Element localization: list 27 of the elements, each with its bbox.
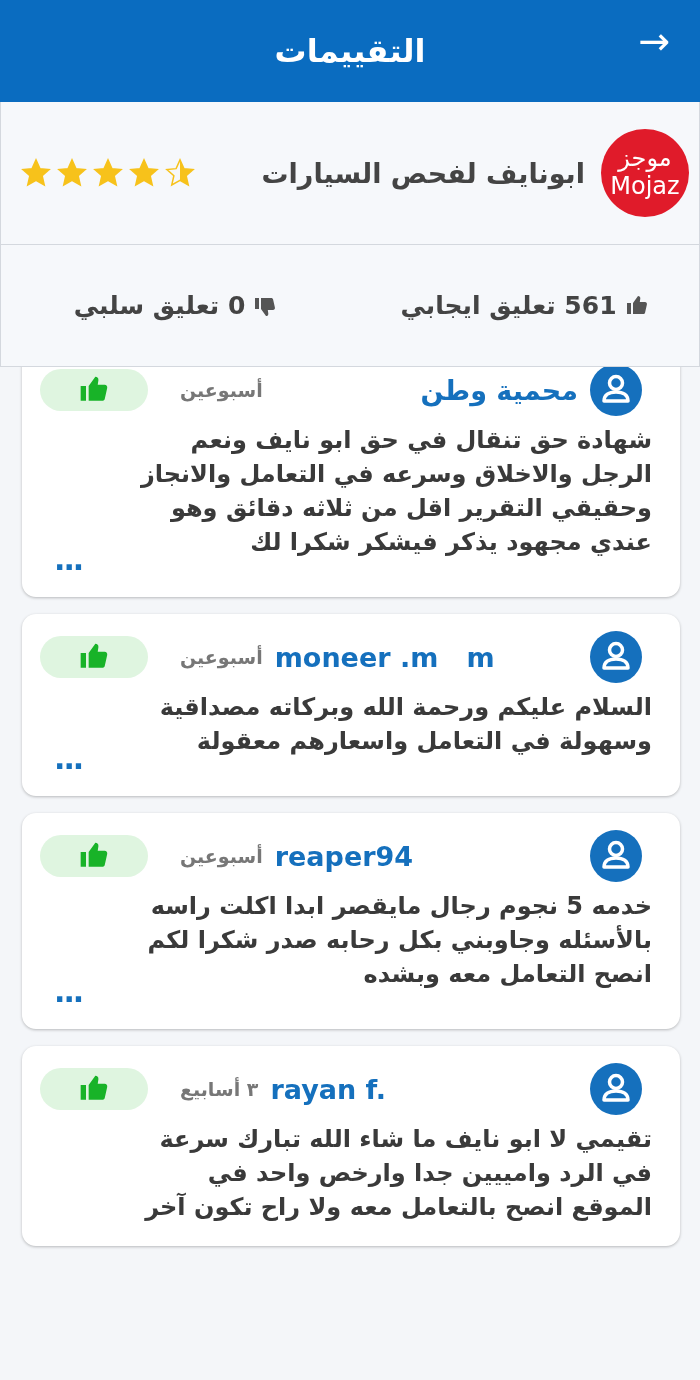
review-date: أسبوعين [180, 646, 263, 668]
avatar-icon [590, 1063, 642, 1115]
review-text: تقيمي لا ابو نايف ما شاء الله تبارك سرعة في الرد وامييين جدا وارخص واحد في الموقع انصح بالتعامل معه ولا راح تكون آخر [143, 1124, 652, 1223]
avatar-icon [590, 631, 642, 683]
review-date: ٣ أسابيع [180, 1078, 259, 1100]
review-text: خدمه 5 نجوم رجال مايقصر ابدا اكلت راسه بالأسئله وجاوبني بكل رحابه صدر شكرا لكم انصح التعامل معه وبشده [146, 891, 652, 990]
review-text: السلام عليكم ورحمة الله وبركاته مصداقية وسهولة في التعامل واسعارهم معقولة [158, 692, 652, 757]
review-text: شهادة حق تنقال في حق ابو نايف ونعم الرجل والاخلاق وسرعه في التعامل والانجاز وحقيقي التقرير اقل من ثلاثه دقائق وهو عندي مجهود يذكر فيشكر شكرا لك [139, 425, 652, 558]
like-button[interactable] [40, 636, 148, 678]
review-date: أسبوعين [180, 379, 263, 401]
more-button[interactable]: ... [54, 977, 83, 1007]
business-name: ابونايف لفحص السيارات [260, 157, 585, 189]
reviewer-name: reaper94 [274, 840, 415, 872]
review-date: أسبوعين [180, 845, 263, 867]
more-button[interactable]: ... [54, 545, 83, 575]
positive-count: 561 تعليق ايجابي [400, 291, 617, 320]
reviewer-name: محمية وطن [419, 374, 578, 406]
page-title: التقييمات [274, 32, 426, 70]
more-button[interactable]: ... [54, 744, 83, 774]
reviewer-name: moneer .m m [274, 641, 496, 673]
back-button[interactable]: → [638, 22, 670, 60]
avatar-icon [590, 830, 642, 882]
like-button[interactable] [40, 835, 148, 877]
like-button[interactable] [40, 369, 148, 411]
like-button[interactable] [40, 1068, 148, 1110]
negative-count: 0 تعليق سلبي [73, 291, 246, 320]
reviewer-name: rayan f. [270, 1073, 388, 1105]
